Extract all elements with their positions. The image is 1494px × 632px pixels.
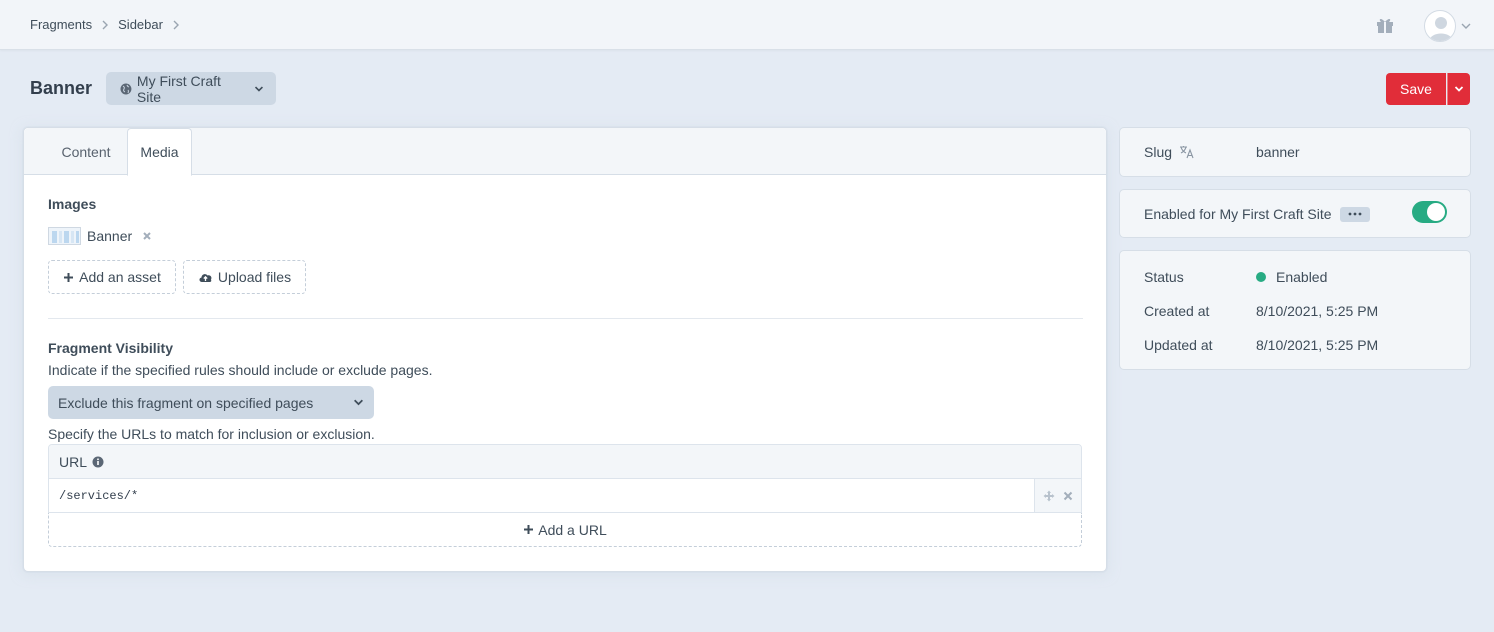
site-switcher-label: My First Craft Site [136, 72, 221, 105]
page-title: Banner [30, 78, 93, 98]
add-url-label: Add a URL [538, 521, 607, 538]
info-icon[interactable] [92, 456, 104, 468]
site-enabled-panel: Enabled for My First Craft Site [1119, 189, 1471, 238]
visibility-instructions: Indicate if the specified rules should i… [48, 362, 433, 378]
tab-media[interactable]: Media [127, 128, 192, 176]
fragment-visibility-label: Fragment Visibility [48, 340, 173, 356]
cloud-upload-icon [199, 274, 212, 282]
site-switcher[interactable]: My First Craft Site [106, 72, 276, 105]
add-asset-button[interactable]: Add an asset [48, 260, 176, 294]
chevron-down-icon [255, 85, 264, 92]
url-column-header: URL [59, 453, 88, 470]
breadcrumb: Fragments Sidebar [30, 17, 189, 32]
meta-panel: Status Enabled Created at 8/10/2021, 5:2… [1119, 250, 1471, 370]
url-table-header: URL [49, 445, 1081, 479]
add-asset-label: Add an asset [79, 269, 161, 285]
slug-panel: Slug banner [1119, 127, 1471, 177]
status-value: Enabled [1256, 269, 1327, 285]
status-dot [1256, 272, 1266, 282]
plus-icon [524, 525, 534, 534]
remove-icon[interactable] [1063, 491, 1073, 501]
upload-files-label: Upload files [217, 269, 292, 285]
url-table: URL /services/* [48, 444, 1082, 513]
translate-icon [1180, 146, 1194, 159]
slug-label-row: Slug [1144, 144, 1195, 160]
toggle-knob [1427, 203, 1445, 221]
enabled-toggle[interactable] [1412, 201, 1447, 223]
save-button[interactable]: Save [1386, 73, 1446, 105]
asset-item[interactable]: Banner [48, 227, 152, 245]
user-menu[interactable] [1424, 10, 1472, 42]
breadcrumb-fragments[interactable]: Fragments [30, 17, 92, 32]
chevron-down-icon [1454, 86, 1464, 92]
row-actions [1034, 479, 1081, 512]
globe-icon [120, 83, 132, 94]
add-url-button[interactable]: Add a URL [48, 513, 1082, 547]
tab-bar: Content Media [24, 128, 1106, 176]
gift-icon[interactable] [1375, 15, 1395, 35]
more-dots-icon[interactable] [1339, 206, 1370, 222]
move-icon[interactable] [1043, 490, 1055, 502]
visibility-mode-value: Exclude this fragment on specified pages [58, 394, 314, 411]
table-row: /services/* [49, 479, 1081, 512]
top-bar: Fragments Sidebar [0, 0, 1494, 50]
created-at-label: Created at [1144, 303, 1210, 319]
images-field-label: Images [48, 196, 97, 212]
save-options-button[interactable] [1447, 73, 1470, 105]
updated-at-value: 8/10/2021, 5:25 PM [1256, 337, 1379, 353]
visibility-mode-select[interactable]: Exclude this fragment on specified pages [48, 386, 374, 419]
updated-at-label: Updated at [1144, 337, 1213, 353]
upload-files-button[interactable]: Upload files [183, 260, 306, 294]
slug-label: Slug [1144, 144, 1173, 160]
chevron-down-icon [354, 399, 363, 406]
breadcrumb-sidebar[interactable]: Sidebar [118, 17, 163, 32]
slug-input[interactable]: banner [1256, 144, 1300, 160]
chevron-down-icon [1461, 23, 1471, 29]
created-at-value: 8/10/2021, 5:25 PM [1256, 303, 1379, 319]
chevron-right-icon [102, 20, 109, 29]
url-instructions: Specify the URLs to match for inclusion … [48, 426, 375, 442]
divider [48, 318, 1083, 319]
asset-title: Banner [87, 228, 133, 244]
asset-thumbnail [48, 227, 81, 245]
status-label: Status [1144, 269, 1184, 285]
tab-content[interactable]: Content [48, 128, 124, 175]
status-text: Enabled [1276, 269, 1328, 285]
user-avatar-icon [1424, 10, 1456, 42]
enabled-label: Enabled for My First Craft Site [1144, 206, 1332, 222]
url-cell-input[interactable]: /services/* [49, 479, 1034, 512]
remove-icon[interactable] [142, 231, 152, 241]
enabled-label-row: Enabled for My First Craft Site [1144, 206, 1370, 222]
chevron-right-icon[interactable] [169, 18, 183, 32]
main-content-panel: Content Media Images Banner Add an asset… [23, 127, 1107, 572]
plus-icon [64, 272, 74, 282]
